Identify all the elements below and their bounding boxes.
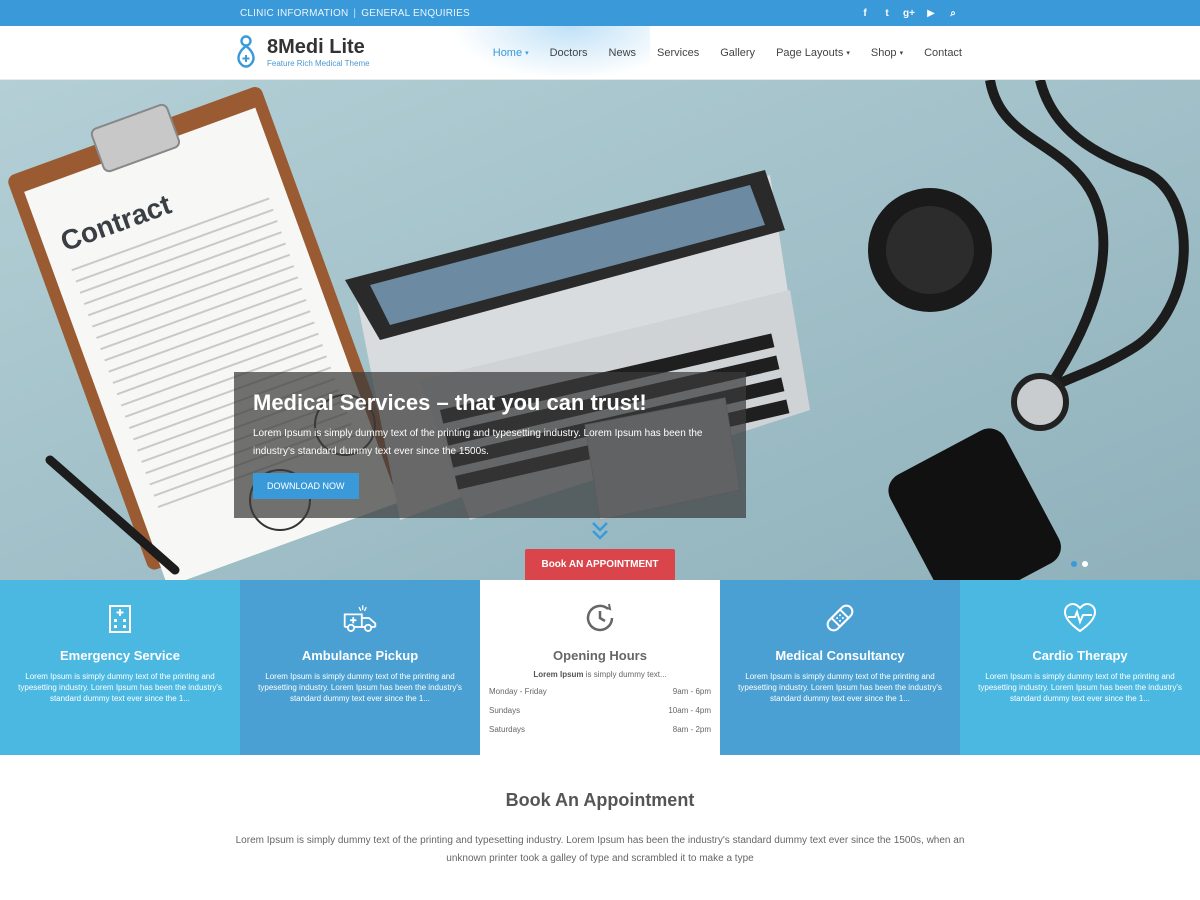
nav-label: Page Layouts — [776, 47, 844, 59]
hero-title: Medical Services – that you can trust! — [253, 390, 647, 415]
hours-day: Saturdays — [489, 725, 526, 734]
google-plus-icon[interactable]: g+ — [898, 8, 920, 19]
opening-hours-table: Monday - Friday 9am - 6pm Sundays 10am - 4… — [489, 682, 711, 739]
service-text: Lorem Ipsum is simply dummy text of the … — [738, 672, 942, 703]
hero-text: Lorem Ipsum is simply dummy text of the … — [253, 428, 703, 457]
nav-item-shop[interactable]: Shop ▾ — [871, 47, 903, 59]
opening-hours-intro: Lorem Ipsum is simply dummy text... — [533, 670, 667, 679]
facebook-icon[interactable]: f — [854, 8, 876, 19]
service-card-opening-hours: Opening Hours Lorem Ipsum is simply dumm… — [480, 580, 720, 755]
nav-item-gallery[interactable]: Gallery — [720, 47, 755, 59]
hours-time: 8am - 2pm — [672, 725, 711, 734]
nav-item-doctors[interactable]: Doctors — [550, 47, 588, 59]
hours-row: Saturdays 8am - 2pm — [489, 720, 711, 739]
nav-label: Home — [492, 47, 523, 59]
service-title: Cardio Therapy — [1032, 648, 1128, 663]
top-bar: CLINIC INFORMATION | GENERAL ENQUIRIES f… — [0, 0, 1200, 26]
main-nav: Home ▾ Doctors News Services Gallery Page… — [472, 26, 962, 80]
chevron-down-icon: ▾ — [846, 50, 850, 57]
top-links-separator: | — [353, 7, 357, 19]
nav-label: Shop — [870, 47, 897, 59]
download-now-button[interactable]: DOWNLOAD NOW — [253, 473, 359, 499]
youtube-icon[interactable]: ▶ — [920, 8, 942, 19]
book-appointment-button[interactable]: Book AN APPOINTMENT — [525, 549, 675, 580]
logo-title: 8Medi Lite — [267, 35, 365, 58]
nav-label: Gallery — [720, 47, 756, 59]
service-title: Opening Hours — [553, 648, 647, 663]
social-icons: f t g+ ▶ ⌕ — [854, 8, 964, 19]
site-logo[interactable]: 8Medi Lite Feature Rich Medical Theme — [234, 34, 370, 70]
nav-item-page-layouts[interactable]: Page Layouts ▾ — [776, 47, 850, 59]
clock-icon — [586, 603, 614, 632]
service-text: Lorem Ipsum is simply dummy text of the … — [258, 672, 462, 703]
slider-dot-1[interactable] — [1071, 561, 1077, 567]
slider-dot-2[interactable] — [1082, 561, 1088, 567]
heartbeat-icon — [1063, 602, 1097, 633]
double-chevron-down-icon[interactable] — [589, 520, 611, 542]
hours-row: Monday - Friday 9am - 6pm — [489, 682, 711, 701]
appointment-section-text: Lorem Ipsum is simply dummy text of the … — [235, 835, 965, 864]
service-card-emergency[interactable]: Emergency Service Lorem Ipsum is simply … — [0, 580, 240, 755]
hours-day: Sundays — [489, 706, 521, 715]
service-text: Lorem Ipsum is simply dummy text of the … — [18, 672, 222, 703]
service-card-cardio[interactable]: Cardio Therapy Lorem Ipsum is simply dum… — [960, 580, 1200, 755]
hours-time: 10am - 4pm — [668, 706, 711, 715]
appointment-section-title: Book An Appointment — [505, 790, 695, 810]
nav-item-news[interactable]: News — [609, 47, 637, 59]
hours-time: 9am - 6pm — [672, 687, 711, 696]
hero-caption-box: Medical Services – that you can trust! L… — [234, 372, 746, 518]
service-card-ambulance[interactable]: Ambulance Pickup Lorem Ipsum is simply d… — [240, 580, 480, 755]
general-enquiries-link[interactable]: GENERAL ENQUIRIES — [361, 8, 470, 19]
logo-icon — [237, 35, 255, 68]
search-icon[interactable]: ⌕ — [942, 8, 964, 19]
logo-tagline: Feature Rich Medical Theme — [267, 58, 370, 68]
slider-dots — [1071, 561, 1088, 567]
hospital-icon — [109, 605, 131, 633]
hours-row: Sundays 10am - 4pm — [489, 701, 711, 720]
nav-item-home[interactable]: Home ▾ — [493, 47, 529, 59]
ambulance-icon — [343, 605, 377, 632]
nav-label: Doctors — [549, 47, 588, 59]
nav-item-contact[interactable]: Contact — [924, 47, 962, 59]
service-title: Medical Consultancy — [775, 648, 905, 663]
nav-label: Services — [657, 47, 700, 59]
services-strip: Emergency Service Lorem Ipsum is simply … — [0, 580, 1200, 755]
chevron-down-icon: ▾ — [525, 50, 529, 57]
bandage-icon — [826, 604, 854, 632]
nav-label: Contact — [924, 47, 962, 59]
chevron-down-icon: ▾ — [899, 50, 904, 57]
site-header: 8Medi Lite Feature Rich Medical Theme Ho… — [0, 26, 1200, 80]
top-links: CLINIC INFORMATION | GENERAL ENQUIRIES — [240, 8, 470, 19]
clinic-information-link[interactable]: CLINIC INFORMATION — [240, 8, 348, 19]
nav-item-services[interactable]: Services — [657, 47, 699, 59]
service-card-consultancy[interactable]: Medical Consultancy Lorem Ipsum is simpl… — [720, 580, 960, 755]
twitter-icon[interactable]: t — [876, 8, 898, 19]
hero-slider: Contract Medical Services – that you can… — [0, 80, 1200, 580]
hours-day: Monday - Friday — [489, 687, 547, 696]
nav-label: News — [608, 47, 637, 59]
service-title: Emergency Service — [60, 648, 180, 663]
service-title: Ambulance Pickup — [301, 648, 419, 663]
service-text: Lorem Ipsum is simply dummy text of the … — [978, 672, 1182, 703]
